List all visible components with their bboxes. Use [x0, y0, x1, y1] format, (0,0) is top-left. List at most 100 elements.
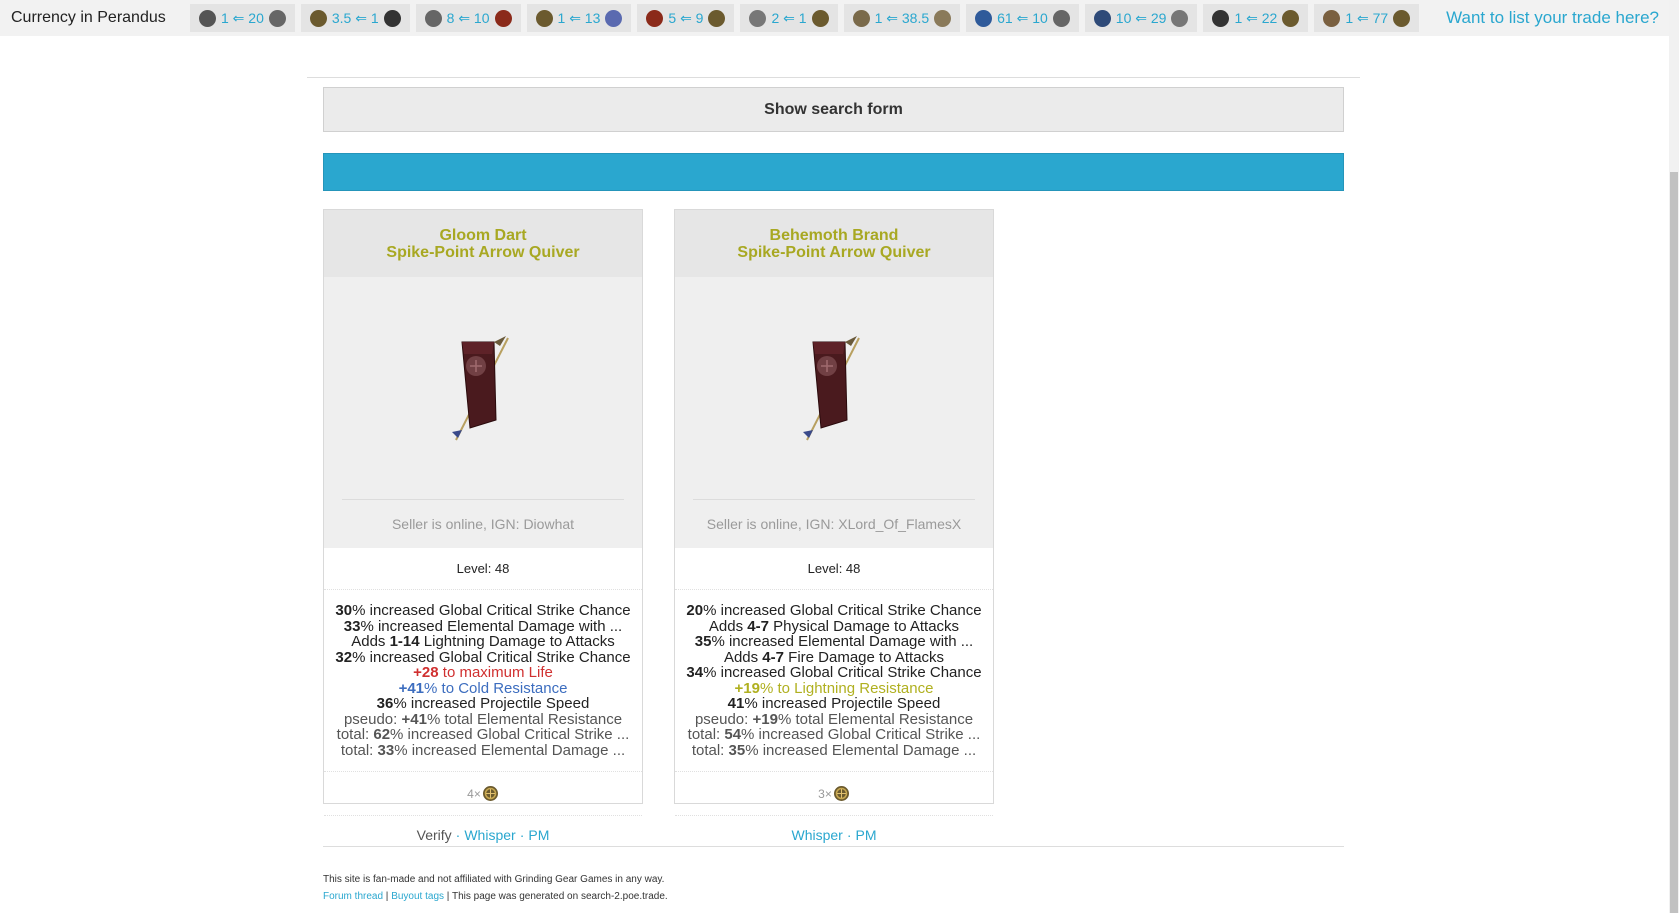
mod-line: +19% to Lightning Resistance — [734, 679, 934, 697]
mod-prefix: total: — [340, 741, 378, 759]
verify-button[interactable]: Verify — [417, 827, 452, 843]
currency-rate-2[interactable]: 8 ⇐ 10 — [415, 4, 521, 32]
list-trade-link[interactable]: Want to list your trade here? — [1446, 8, 1659, 28]
mod-line: Adds 4-7 Physical Damage to Attacks — [708, 617, 960, 635]
buyout-tags-link[interactable]: Buyout tags — [391, 891, 444, 902]
mod-text: % increased Global Critical Strike Chanc… — [703, 602, 982, 619]
divider — [307, 77, 1360, 78]
currency-rate-10[interactable]: 1 ⇐ 77 — [1314, 4, 1420, 32]
footer: This site is fan-made and not affiliated… — [323, 871, 668, 905]
rate-text: 3.5 ⇐ 1 — [331, 9, 379, 26]
transmutation-icon — [975, 9, 993, 27]
mod-value: 1-14 — [389, 633, 420, 650]
scrollbar-thumb[interactable] — [1670, 172, 1678, 913]
mod-text: % to Cold Resistance — [424, 679, 568, 697]
currency-rate-6[interactable]: 1 ⇐ 38.5 — [843, 4, 961, 32]
pm-link[interactable]: PM — [528, 827, 549, 843]
results-bar — [323, 153, 1344, 191]
mod-text: % increased Global Critical Strike Chanc… — [352, 602, 631, 619]
mod-value: 36 — [376, 695, 394, 712]
mod-text: % increased Elemental Damage with ... — [360, 617, 623, 635]
item-mods: 30% increased Global Critical Strike Cha… — [324, 590, 642, 772]
mod-value: 4-7 — [762, 648, 784, 666]
mod-prefix: Adds — [351, 633, 390, 650]
mod-prefix: total: — [687, 726, 725, 743]
currency-rate-4[interactable]: 5 ⇐ 9 — [637, 4, 735, 32]
chaos-orb-icon — [833, 785, 850, 802]
mod-line: total: 35% increased Elemental Damage ..… — [692, 741, 977, 759]
currency-rates: 1 ⇐ 20 3.5 ⇐ 1 8 ⇐ 10 1 ⇐ 13 5 ⇐ 9 2 ⇐ 1 1 ⇐ 3… — [190, 4, 1425, 32]
currency-rate-9[interactable]: 1 ⇐ 22 — [1203, 4, 1309, 32]
mod-text: % to Lightning Resistance — [760, 679, 934, 697]
item-card: Gloom Dart Spike-Point Arrow Quiver Seller… — [323, 209, 643, 843]
whisper-link[interactable]: Whisper — [791, 827, 842, 843]
chaos-orb-icon — [708, 9, 726, 27]
currency-rate-7[interactable]: 61 ⇐ 10 — [966, 4, 1079, 32]
mod-text: Lightning Damage to Attacks — [419, 633, 615, 650]
rate-text: 5 ⇐ 9 — [668, 9, 704, 26]
mod-line: 33% increased Elemental Damage with ... — [344, 617, 623, 635]
mod-value: 33 — [377, 741, 395, 759]
page-scrollbar[interactable] — [1669, 0, 1679, 913]
currency-rate-0[interactable]: 1 ⇐ 20 — [190, 4, 295, 32]
mod-line: 41% increased Projectile Speed — [728, 696, 941, 712]
item-level: Level: 48 — [675, 548, 993, 590]
mod-value: 34 — [686, 664, 704, 681]
mod-text: % increased Global Critical Strike ... — [741, 726, 981, 743]
jeweller-orb-icon — [494, 9, 512, 27]
item-header[interactable]: Behemoth Brand Spike-Point Arrow Quiver — [675, 210, 993, 277]
forum-thread-link[interactable]: Forum thread — [323, 891, 383, 902]
currency-rate-5[interactable]: 2 ⇐ 1 — [740, 4, 838, 32]
mod-prefix: Adds — [708, 617, 748, 635]
chisel-icon — [1052, 9, 1070, 27]
mod-value: 20 — [686, 602, 704, 619]
mod-value: +28 — [413, 664, 439, 681]
mod-text: % increased Global Critical Strike ... — [390, 726, 630, 743]
mod-line: 35% increased Elemental Damage with ... — [695, 634, 973, 650]
mod-value: 30 — [335, 602, 353, 619]
chaos-orb-icon — [309, 9, 327, 27]
mod-line: total: 54% increased Global Critical Str… — [688, 727, 981, 743]
mod-line: pseudo: +19% total Elemental Resistance — [694, 710, 973, 728]
price-amount: 4× — [467, 786, 481, 801]
mod-prefix: pseudo: — [343, 710, 402, 728]
mod-prefix: pseudo: — [694, 710, 753, 728]
currency-rate-1[interactable]: 3.5 ⇐ 1 — [300, 4, 410, 32]
pm-link[interactable]: PM — [856, 827, 877, 843]
mod-text: % increased Global Critical Strike Chanc… — [352, 648, 631, 666]
mod-text: Physical Damage to Attacks — [768, 617, 960, 635]
action-separator: · — [455, 827, 461, 843]
mod-text: % increased Global Critical Strike Chanc… — [703, 664, 982, 681]
action-separator: · — [846, 827, 852, 843]
seller-status: Seller is online, IGN: Diowhat — [324, 500, 642, 548]
item-header[interactable]: Gloom Dart Spike-Point Arrow Quiver — [324, 210, 642, 277]
item-card: Behemoth Brand Spike-Point Arrow Quiver Se… — [674, 209, 994, 843]
quiver-image — [324, 277, 642, 499]
currency-rate-3[interactable]: 1 ⇐ 13 — [526, 4, 632, 32]
rate-text: 1 ⇐ 77 — [1345, 9, 1389, 26]
mod-text: % total Elemental Resistance — [426, 710, 623, 728]
regal-orb-icon — [1093, 9, 1111, 27]
bauble-icon — [1171, 9, 1189, 27]
footer-separator: | — [383, 891, 392, 902]
jeweller-orb-icon — [646, 9, 664, 27]
mod-line: 34% increased Global Critical Strike Cha… — [686, 665, 981, 681]
currency-rate-8[interactable]: 10 ⇐ 29 — [1084, 4, 1198, 32]
rate-text: 1 ⇐ 22 — [1234, 9, 1278, 26]
mod-text: % increased Elemental Damage ... — [745, 741, 977, 759]
item-price: 3× — [675, 772, 993, 816]
chaos-orb-icon — [811, 9, 829, 27]
whetstone-icon — [424, 9, 442, 27]
action-separator: · — [519, 827, 525, 843]
mod-value: +19 — [734, 679, 760, 697]
currency-title: Currency in Perandus — [11, 9, 166, 26]
top-bar: Currency in Perandus 1 ⇐ 20 3.5 ⇐ 1 8 ⇐ 10… — [0, 0, 1669, 36]
mod-text: % increased Projectile Speed — [744, 695, 941, 712]
mod-value: 32 — [335, 648, 353, 666]
mod-line: total: 33% increased Elemental Damage ..… — [340, 741, 625, 759]
disclaimer-text: This site is fan-made and not affiliated… — [323, 874, 665, 885]
whisper-link[interactable]: Whisper — [464, 827, 515, 843]
mod-line: +41% to Cold Resistance — [399, 679, 568, 697]
seller-section: Seller is online, IGN: XLord_Of_FlamesX — [675, 499, 993, 548]
show-search-form-button[interactable]: Show search form — [323, 87, 1344, 132]
